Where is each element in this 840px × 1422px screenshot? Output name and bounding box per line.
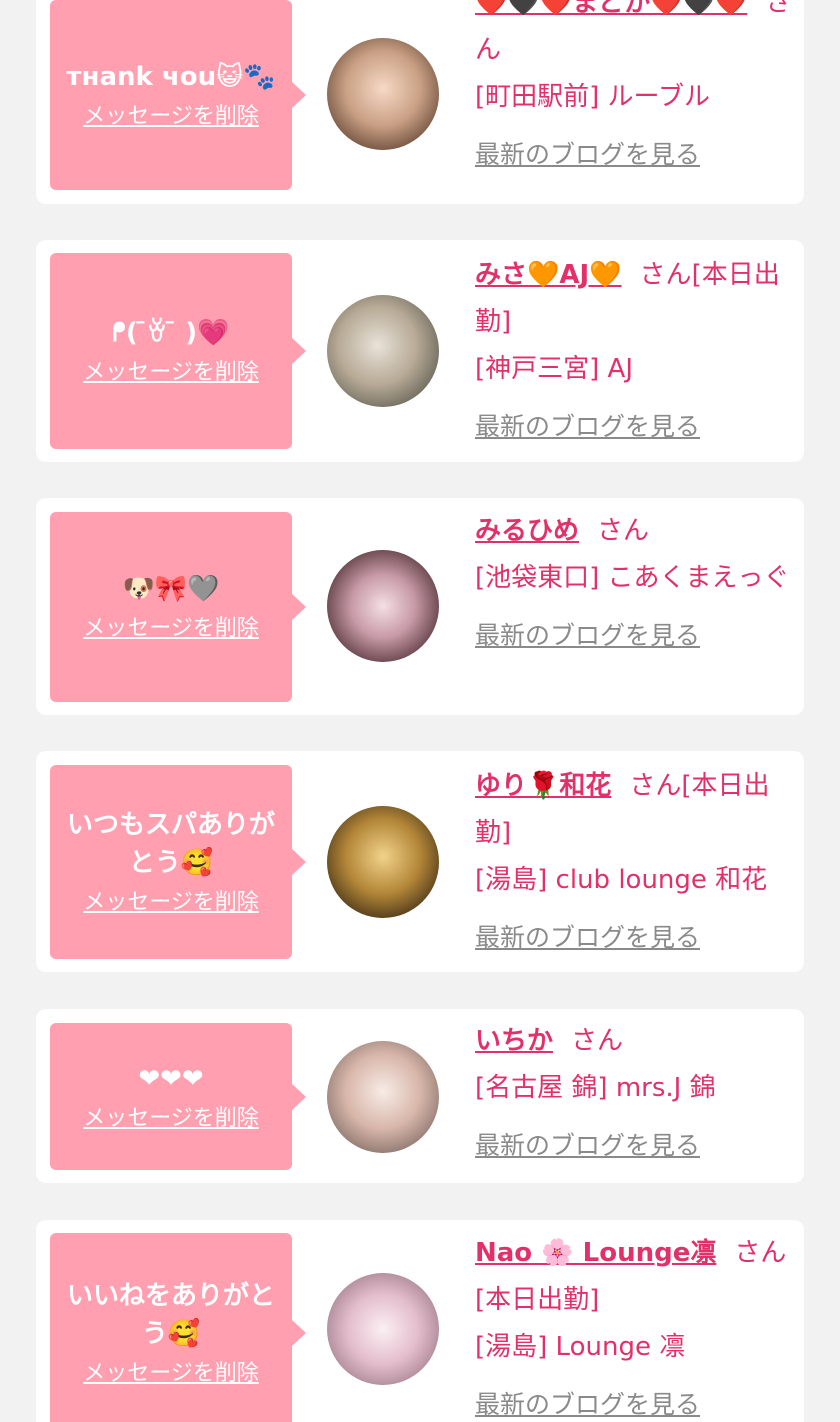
- latest-blog-link[interactable]: 最新のブログを見る: [475, 1381, 700, 1422]
- cast-info: Nao 🌸 Lounge凛 さん [本日出勤] [湯島] Lounge 凛 最新のブ…: [475, 1230, 793, 1422]
- cast-name-link[interactable]: いちか: [475, 1026, 553, 1056]
- message-bubble: いいねをありがとう🥰 メッセージを削除: [50, 1233, 306, 1422]
- shop-label: [湯島] Lounge 凛: [475, 1332, 686, 1362]
- status-label: [本日出勤]: [475, 1285, 600, 1315]
- list-item: ᖰ( ̄ꈊ ̄ )💗 メッセージを削除 みさ🧡AJ🧡 さん[本日出勤] [神戸三宮…: [36, 240, 804, 462]
- delete-message-link[interactable]: メッセージを削除: [83, 1104, 259, 1134]
- honorific-label: さん: [734, 1238, 787, 1268]
- message-bubble: 🐶🎀🩶 メッセージを削除: [50, 512, 306, 702]
- honorific-label: さん: [639, 260, 692, 290]
- shop-label: [神戸三宮] AJ: [475, 354, 634, 384]
- list-item: тнank чou😺🐾 メッセージを削除 ❤️🖤❤️まどか❤️🖤❤️ さん [町田…: [36, 0, 804, 204]
- message-bubble: いつもスパありがとう🥰 メッセージを削除: [50, 765, 306, 959]
- avatar[interactable]: [327, 550, 439, 662]
- honorific-label: さん: [571, 1026, 624, 1056]
- list-item: いつもスパありがとう🥰 メッセージを削除 ゆり🌹和花 さん[本日出勤] [湯島] …: [36, 751, 804, 972]
- shop-label: [町田駅前] ルーブル: [475, 82, 710, 112]
- message-text: 🐶🎀🩶: [122, 574, 220, 604]
- avatar[interactable]: [327, 806, 439, 918]
- delete-message-link[interactable]: メッセージを削除: [83, 102, 259, 132]
- message-list: тнank чou😺🐾 メッセージを削除 ❤️🖤❤️まどか❤️🖤❤️ さん [町田…: [0, 0, 840, 1422]
- delete-message-link[interactable]: メッセージを削除: [83, 614, 259, 644]
- shop-label: [名古屋 錦] mrs.J 錦: [475, 1073, 716, 1103]
- cast-info: いちか さん [名古屋 錦] mrs.J 錦 最新のブログを見る: [475, 1018, 793, 1170]
- list-item: 🐶🎀🩶 メッセージを削除 みるひめ さん [池袋東口] こあくまえっぐ 最新のブロ…: [36, 498, 804, 715]
- latest-blog-link[interactable]: 最新のブログを見る: [475, 612, 700, 659]
- latest-blog-link[interactable]: 最新のブログを見る: [475, 403, 700, 450]
- cast-name-link[interactable]: Nao 🌸 Lounge凛: [475, 1238, 716, 1268]
- latest-blog-link[interactable]: 最新のブログを見る: [475, 1122, 700, 1169]
- cast-info: ゆり🌹和花 さん[本日出勤] [湯島] club lounge 和花 最新のブログ…: [475, 763, 793, 962]
- cast-info: みさ🧡AJ🧡 さん[本日出勤] [神戸三宮] AJ 最新のブログを見る: [475, 252, 793, 451]
- message-text: ❤︎❤︎❤︎: [138, 1063, 204, 1094]
- list-item: いいねをありがとう🥰 メッセージを削除 Nao 🌸 Lounge凛 さん [本日出勤…: [36, 1220, 804, 1422]
- delete-message-link[interactable]: メッセージを削除: [83, 358, 259, 388]
- message-text: いいねをありがとう🥰: [66, 1281, 275, 1349]
- cast-name-link[interactable]: ゆり🌹和花: [475, 771, 611, 801]
- avatar[interactable]: [327, 1041, 439, 1153]
- shop-label: [池袋東口] こあくまえっぐ: [475, 563, 790, 593]
- cast-info: みるひめ さん [池袋東口] こあくまえっぐ 最新のブログを見る: [475, 508, 793, 660]
- latest-blog-link[interactable]: 最新のブログを見る: [475, 914, 700, 961]
- message-text: いつもスパありがとう🥰: [66, 810, 275, 878]
- message-bubble: тнank чou😺🐾 メッセージを削除: [50, 0, 306, 190]
- message-bubble: ❤︎❤︎❤︎ メッセージを削除: [50, 1023, 306, 1170]
- cast-name-link[interactable]: みさ🧡AJ🧡: [475, 260, 622, 290]
- latest-blog-link[interactable]: 最新のブログを見る: [475, 131, 700, 178]
- honorific-label: さん: [597, 516, 650, 546]
- delete-message-link[interactable]: メッセージを削除: [83, 1359, 259, 1389]
- shop-label: [湯島] club lounge 和花: [475, 865, 768, 895]
- cast-name-link[interactable]: ❤️🖤❤️まどか❤️🖤❤️: [475, 0, 747, 18]
- cast-info: ❤️🖤❤️まどか❤️🖤❤️ さん [町田駅前] ルーブル 最新のブログを見る: [475, 0, 793, 179]
- avatar[interactable]: [327, 1273, 439, 1385]
- avatar[interactable]: [327, 38, 439, 150]
- list-item: ❤︎❤︎❤︎ メッセージを削除 いちか さん [名古屋 錦] mrs.J 錦 最新…: [36, 1009, 804, 1183]
- avatar[interactable]: [327, 295, 439, 407]
- delete-message-link[interactable]: メッセージを削除: [83, 888, 259, 918]
- message-bubble: ᖰ( ̄ꈊ ̄ )💗 メッセージを削除: [50, 253, 306, 449]
- honorific-label: さん: [629, 771, 682, 801]
- message-text: ᖰ( ̄ꈊ ̄ )💗: [112, 318, 230, 348]
- message-text: тнank чou😺🐾: [66, 62, 276, 92]
- cast-name-link[interactable]: みるひめ: [475, 516, 579, 546]
